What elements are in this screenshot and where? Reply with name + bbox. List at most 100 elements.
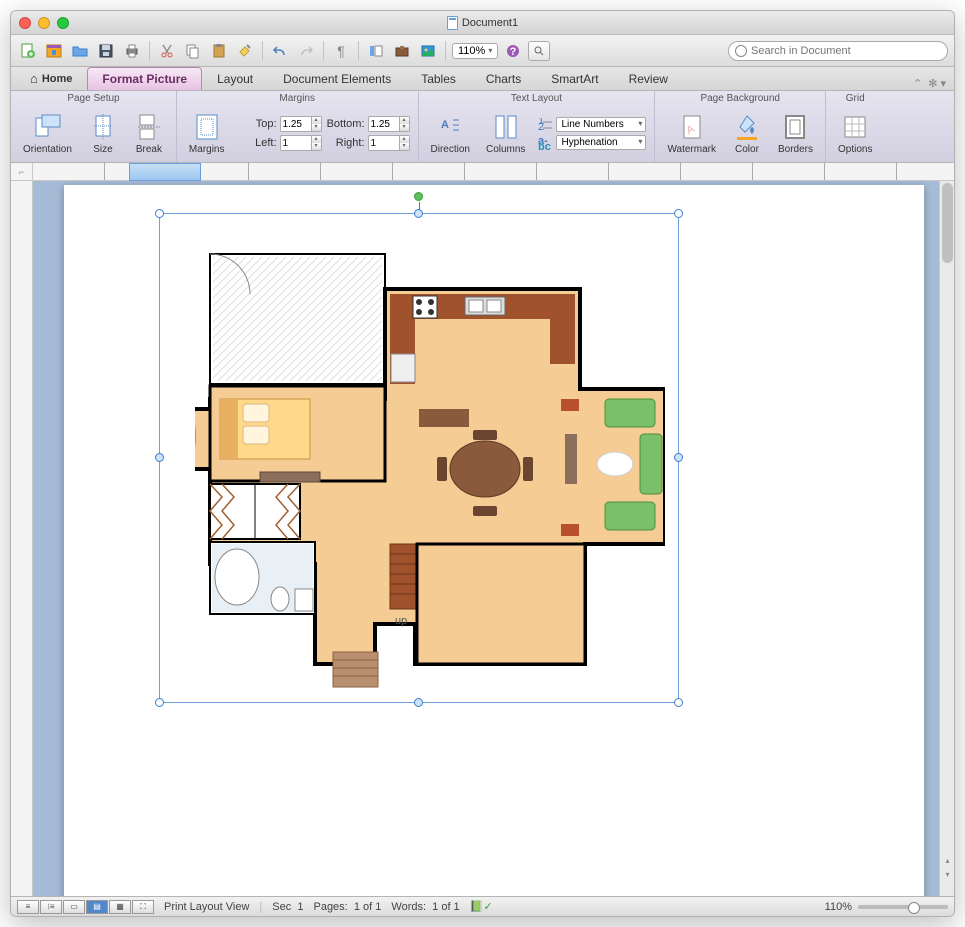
view-notebook-button[interactable]: ▦ [109,900,131,914]
group-margins: Margins Margins Top: ▴▾ Bottom: ▴▾ Left: [177,91,419,162]
ruler-indent-marker[interactable] [129,163,201,181]
tab-review[interactable]: Review [614,67,683,90]
resize-handle-mr[interactable] [674,453,683,462]
line-numbers-button[interactable]: 12 Line Numbers [537,117,646,132]
app-window: Document1 ¶ 110% ? Home Format Picture [10,10,955,917]
resize-handle-bl[interactable] [155,698,164,707]
margin-right-input[interactable]: ▴▾ [368,135,410,151]
titlebar: Document1 [11,11,954,35]
tab-charts[interactable]: Charts [471,67,536,90]
tab-format-picture[interactable]: Format Picture [87,67,202,90]
collapse-ribbon-icon[interactable]: ⌃ [913,77,922,90]
spellcheck-icon[interactable]: 📗✓ [470,900,493,913]
resize-handle-tm[interactable] [414,209,423,218]
view-publishing-button[interactable]: ▭ [63,900,85,914]
resize-handle-bm[interactable] [414,698,423,707]
ribbon-tabs: Home Format Picture Layout Document Elem… [11,67,954,91]
template-button[interactable] [43,40,65,62]
columns-button[interactable]: Columns [482,110,529,157]
svg-text:up: up [395,615,407,627]
floorplan-image: up [195,244,665,689]
tab-home[interactable]: Home [15,66,87,90]
orientation-button[interactable]: Orientation [19,110,76,157]
vertical-ruler[interactable] [11,181,33,896]
redo-button[interactable] [295,40,317,62]
grid-options-button[interactable]: Options [834,110,876,157]
view-draft-button[interactable]: ≡ [17,900,39,914]
margin-right-label: Right: [325,137,365,149]
resize-handle-br[interactable] [674,698,683,707]
paste-button[interactable] [208,40,230,62]
view-print-button[interactable]: ▤ [86,900,108,914]
help-button[interactable]: ? [502,40,524,62]
statusbar: ≡ ⁝≡ ▭ ▤ ▦ ⛶ Print Layout View | Sec 1 P… [11,896,954,916]
tab-smartart[interactable]: SmartArt [536,67,613,90]
format-painter-button[interactable] [234,40,256,62]
group-label: Text Layout [427,93,647,104]
margins-button[interactable]: Margins [185,110,229,157]
document-canvas[interactable]: up ▴ ▾ [33,181,954,896]
page[interactable]: up [64,185,924,896]
margin-top-label: Top: [237,118,277,130]
view-outline-button[interactable]: ⁝≡ [40,900,62,914]
borders-button[interactable]: Borders [774,110,817,157]
margin-left-input[interactable]: ▴▾ [280,135,322,151]
resize-handle-tr[interactable] [674,209,683,218]
scroll-up-icon[interactable]: ▴ [940,854,954,868]
vertical-scrollbar[interactable]: ▴ ▾ [939,181,954,896]
search-menu-button[interactable] [528,41,550,61]
margin-bottom-label: Bottom: [325,118,365,130]
break-button[interactable]: Break [130,110,168,157]
direction-button[interactable]: A Direction [427,110,474,157]
view-sidebar-button[interactable] [365,40,387,62]
media-button[interactable] [417,40,439,62]
group-label: Page Background [663,93,817,104]
toolbox-button[interactable] [391,40,413,62]
horizontal-ruler[interactable]: ⌐ [11,163,954,181]
document-icon [447,16,458,30]
tab-layout[interactable]: Layout [202,67,268,90]
view-switcher: ≡ ⁝≡ ▭ ▤ ▦ ⛶ [17,900,154,914]
pilcrow-button[interactable]: ¶ [330,40,352,62]
tab-document-elements[interactable]: Document Elements [268,67,406,90]
save-button[interactable] [95,40,117,62]
zoom-percent[interactable]: 110% [825,901,852,913]
hyphenation-button[interactable]: a-bc Hyphenation [537,135,646,150]
gear-icon[interactable]: ✻ ▾ [928,77,946,90]
copy-button[interactable] [182,40,204,62]
resize-handle-tl[interactable] [155,209,164,218]
resize-handle-ml[interactable] [155,453,164,462]
words-label: Words: 1 of 1 [391,901,459,913]
tab-tables[interactable]: Tables [406,67,471,90]
page-color-button[interactable]: Color [728,110,766,157]
open-button[interactable] [69,40,91,62]
scroll-down-icon[interactable]: ▾ [940,868,954,882]
search-input[interactable] [751,45,939,57]
rotate-handle[interactable] [414,192,423,201]
print-button[interactable] [121,40,143,62]
size-button[interactable]: Size [84,110,122,157]
undo-button[interactable] [269,40,291,62]
scrollbar-thumb[interactable] [942,183,953,263]
view-label: Print Layout View [164,901,249,913]
group-label: Margins [185,93,410,104]
view-fullscreen-button[interactable]: ⛶ [132,900,154,914]
cut-button[interactable] [156,40,178,62]
group-text-layout: Text Layout A Direction Columns 12 Line … [419,91,656,162]
watermark-button[interactable]: A Watermark [663,110,720,157]
separator [262,41,263,61]
svg-text:A: A [441,119,449,131]
margin-left-label: Left: [237,137,277,149]
search-box[interactable] [728,41,948,61]
margin-top-input[interactable]: ▴▾ [280,116,322,132]
zoom-combo[interactable]: 110% [452,43,498,59]
ruler-corner[interactable]: ⌐ [11,163,33,180]
separator [445,41,446,61]
new-doc-button[interactable] [17,40,39,62]
separator [323,41,324,61]
svg-text:2: 2 [538,121,544,132]
zoom-slider[interactable] [858,905,948,909]
group-label: Page Setup [19,93,168,104]
selected-picture[interactable]: up [159,213,679,703]
margin-bottom-input[interactable]: ▴▾ [368,116,410,132]
